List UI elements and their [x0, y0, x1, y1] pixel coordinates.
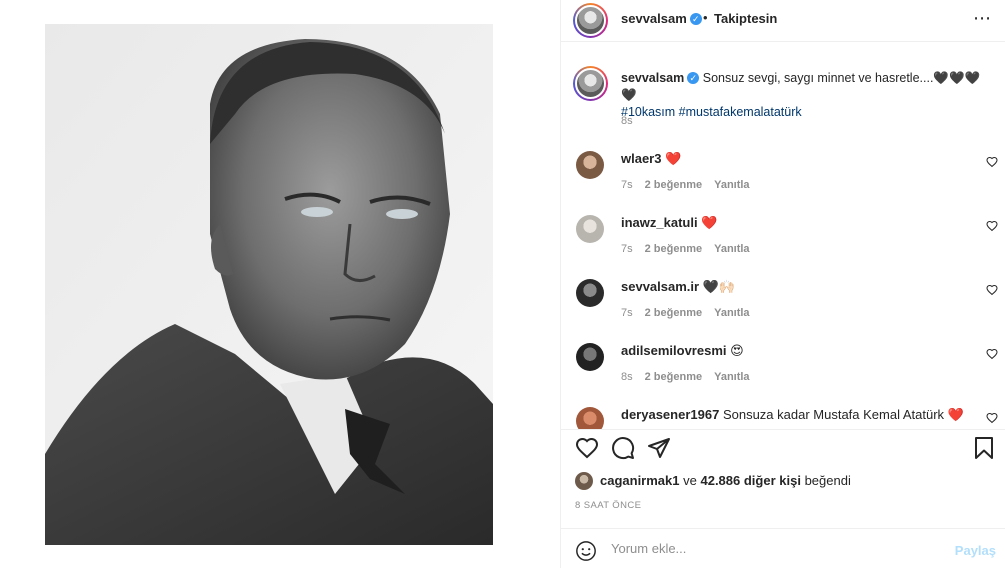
comment-avatar[interactable]	[576, 407, 604, 429]
post-caption: sevvalsam ✓ Sonsuz sevgi, saygı minnet ve…	[561, 43, 1005, 143]
post-comment-button[interactable]: Paylaş	[955, 543, 996, 558]
comment-avatar[interactable]	[576, 343, 604, 371]
portrait-image	[45, 24, 493, 545]
comment-meta: 7s 2 beğenme Yanıtla	[621, 307, 762, 319]
comment-text-block: sevvalsam.ir 🖤🙌🏻	[621, 278, 735, 295]
comments-list[interactable]: sevvalsam ✓ Sonsuz sevgi, saygı minnet ve…	[561, 43, 1005, 429]
heart-icon[interactable]	[986, 220, 998, 232]
comment-username[interactable]: deryasener1967	[621, 407, 719, 422]
caption-text-block: sevvalsam ✓ Sonsuz sevgi, saygı minnet ve…	[621, 70, 986, 121]
post-photo[interactable]	[45, 24, 493, 545]
more-horizontal-icon[interactable]: ⋯	[973, 9, 992, 27]
comment-text: ❤️	[665, 151, 682, 166]
comment-time: 8s	[621, 371, 633, 383]
comment-likes[interactable]: 2 beğenme	[645, 243, 702, 255]
heart-icon[interactable]	[986, 284, 998, 296]
caption-text: Sonsuz sevgi, saygı minnet ve hasretle..…	[702, 71, 934, 85]
liker-avatar[interactable]	[575, 472, 593, 490]
comment-icon[interactable]	[611, 436, 635, 460]
verified-badge-icon: ✓	[687, 72, 700, 84]
likes-count[interactable]: 42.886 diğer kişi	[700, 473, 800, 488]
author-username[interactable]: sevvalsam ✓	[621, 11, 702, 26]
comment-text-block: wlaer3 ❤️	[621, 150, 681, 167]
caption-username[interactable]: sevvalsam	[621, 71, 684, 85]
comment-text: 🖤🙌🏻	[702, 279, 736, 294]
comment-likes[interactable]: 2 beğenme	[645, 307, 702, 319]
caption-hashtags[interactable]: #10kasım #mustafakemalatatürk	[621, 105, 802, 119]
heart-icon[interactable]	[986, 412, 998, 424]
heart-icon[interactable]	[575, 436, 599, 460]
comment-item: wlaer3 ❤️ 7s 2 beğenme Yanıtla	[561, 143, 1005, 207]
comment-text-block: adilsemilovresmi 😍	[621, 342, 744, 359]
post-media-pane	[0, 0, 560, 568]
add-comment-bar: Paylaş	[561, 528, 1005, 568]
comment-item: inawz_katuli ❤️ 7s 2 beğenme Yanıtla	[561, 207, 1005, 271]
comment-username[interactable]: inawz_katuli	[621, 215, 698, 230]
post-header: sevvalsam ✓ • Takiptesin ⋯	[561, 0, 1005, 42]
heart-icon[interactable]	[986, 348, 998, 360]
reply-button[interactable]: Yanıtla	[714, 243, 749, 255]
share-icon[interactable]	[647, 436, 671, 460]
author-avatar[interactable]	[573, 3, 608, 38]
separator-dot: •	[703, 10, 708, 25]
comment-text-block: inawz_katuli ❤️	[621, 214, 717, 231]
comment-avatar[interactable]	[576, 215, 604, 243]
comment-meta: 7s 2 beğenme Yanıtla	[621, 179, 762, 191]
comment-username[interactable]: sevvalsam.ir	[621, 279, 699, 294]
post-time-ago[interactable]: 8 SAAT ÖNCE	[575, 500, 641, 511]
likes-connector: ve	[683, 473, 697, 488]
reply-button[interactable]: Yanıtla	[714, 307, 749, 319]
comment-item: sevvalsam.ir 🖤🙌🏻 7s 2 beğenme Yanıtla	[561, 271, 1005, 335]
comment-meta: 8s 2 beğenme Yanıtla	[621, 371, 762, 383]
comment-username[interactable]: adilsemilovresmi	[621, 343, 727, 358]
following-status[interactable]: Takiptesin	[714, 11, 777, 26]
verified-badge-icon: ✓	[689, 13, 702, 25]
comment-item: adilsemilovresmi 😍 8s 2 beğenme Yanıtla	[561, 335, 1005, 399]
caption-time: 8s	[621, 115, 633, 127]
comment-item: deryasener1967 Sonsuza kadar Mustafa Kem…	[561, 399, 1005, 429]
bookmark-icon[interactable]	[972, 436, 996, 460]
comment-text: 😍	[730, 343, 744, 358]
caption-avatar[interactable]	[573, 66, 608, 101]
post-details-panel: sevvalsam ✓ • Takiptesin ⋯ sevvalsam ✓ Son…	[560, 0, 1005, 568]
comment-time: 7s	[621, 243, 633, 255]
likes-summary: caganirmak1 ve 42.886 diğer kişi beğendi	[575, 472, 851, 490]
emoji-icon[interactable]	[575, 540, 597, 562]
reply-button[interactable]: Yanıtla	[714, 179, 749, 191]
comment-likes[interactable]: 2 beğenme	[645, 371, 702, 383]
comment-time: 7s	[621, 179, 633, 191]
comment-username[interactable]: wlaer3	[621, 151, 661, 166]
comment-likes[interactable]: 2 beğenme	[645, 179, 702, 191]
action-bar	[561, 429, 1005, 467]
comment-input[interactable]	[611, 541, 931, 556]
likes-suffix: beğendi	[804, 473, 851, 488]
comment-meta: 7s 2 beğenme Yanıtla	[621, 243, 762, 255]
comment-text-block: deryasener1967 Sonsuza kadar Mustafa Kem…	[621, 406, 964, 423]
comment-avatar[interactable]	[576, 279, 604, 307]
heart-icon[interactable]	[986, 156, 998, 168]
reply-button[interactable]: Yanıtla	[714, 371, 749, 383]
comment-text: Sonsuza kadar Mustafa Kemal Atatürk ❤️	[722, 407, 964, 422]
comment-time: 7s	[621, 307, 633, 319]
comment-avatar[interactable]	[576, 151, 604, 179]
liker-username[interactable]: caganirmak1	[600, 473, 680, 488]
comment-text: ❤️	[701, 215, 718, 230]
